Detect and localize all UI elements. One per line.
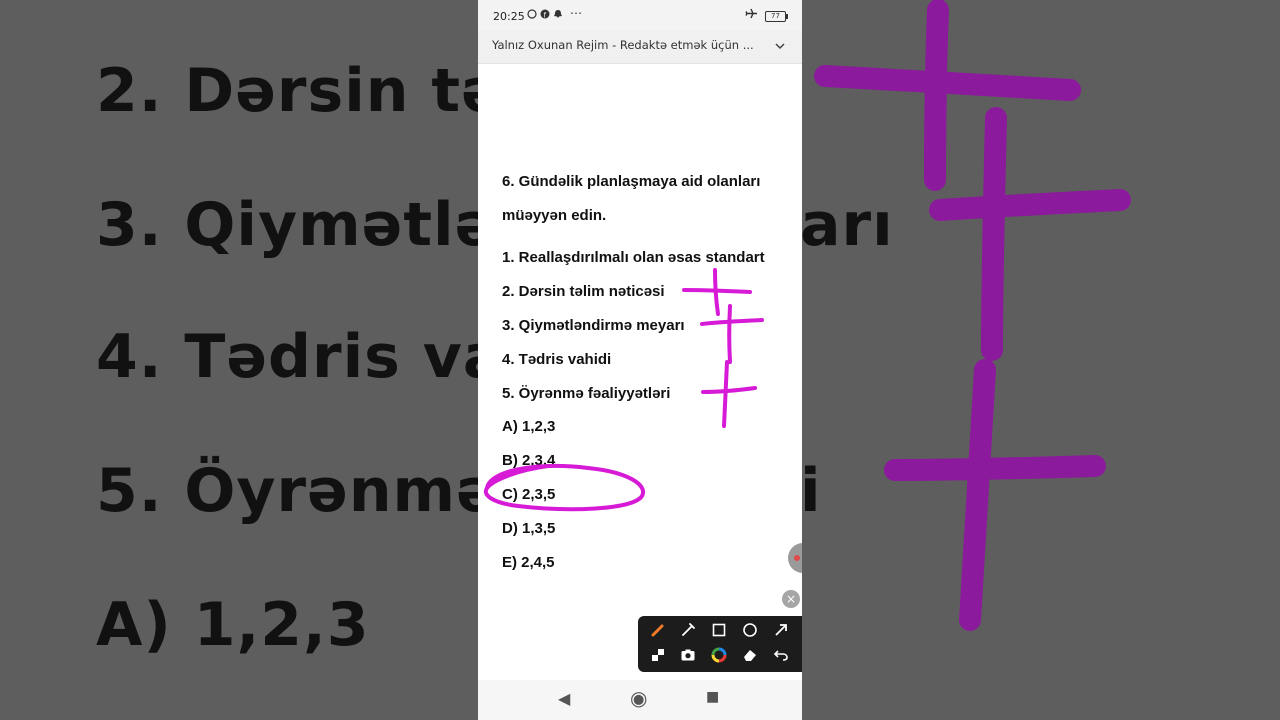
arrow-icon[interactable] bbox=[769, 619, 793, 643]
recents-button[interactable]: ■ bbox=[706, 689, 719, 705]
close-toolbar-button[interactable]: × bbox=[782, 590, 800, 608]
circle-icon[interactable] bbox=[738, 619, 762, 643]
rectangle-icon[interactable] bbox=[707, 619, 731, 643]
annotation-toolbar bbox=[638, 616, 802, 672]
eraser-icon[interactable] bbox=[738, 644, 762, 668]
pen-icon[interactable] bbox=[646, 619, 670, 643]
phone-screen: 20:25 f ⋯ 77 Yalnız Oxunan Rejim - Redak… bbox=[478, 0, 802, 720]
pen-annotations bbox=[483, 268, 764, 512]
camera-icon[interactable] bbox=[676, 644, 700, 668]
back-button[interactable]: ◀ bbox=[558, 689, 570, 708]
home-button[interactable]: ◉ bbox=[630, 686, 647, 710]
color-wheel-icon[interactable] bbox=[707, 644, 731, 668]
undo-icon[interactable] bbox=[769, 644, 793, 668]
mosaic-icon[interactable] bbox=[646, 644, 670, 668]
navigation-bar: ◀ ◉ ■ bbox=[478, 680, 802, 720]
highlighter-icon[interactable] bbox=[676, 619, 700, 643]
